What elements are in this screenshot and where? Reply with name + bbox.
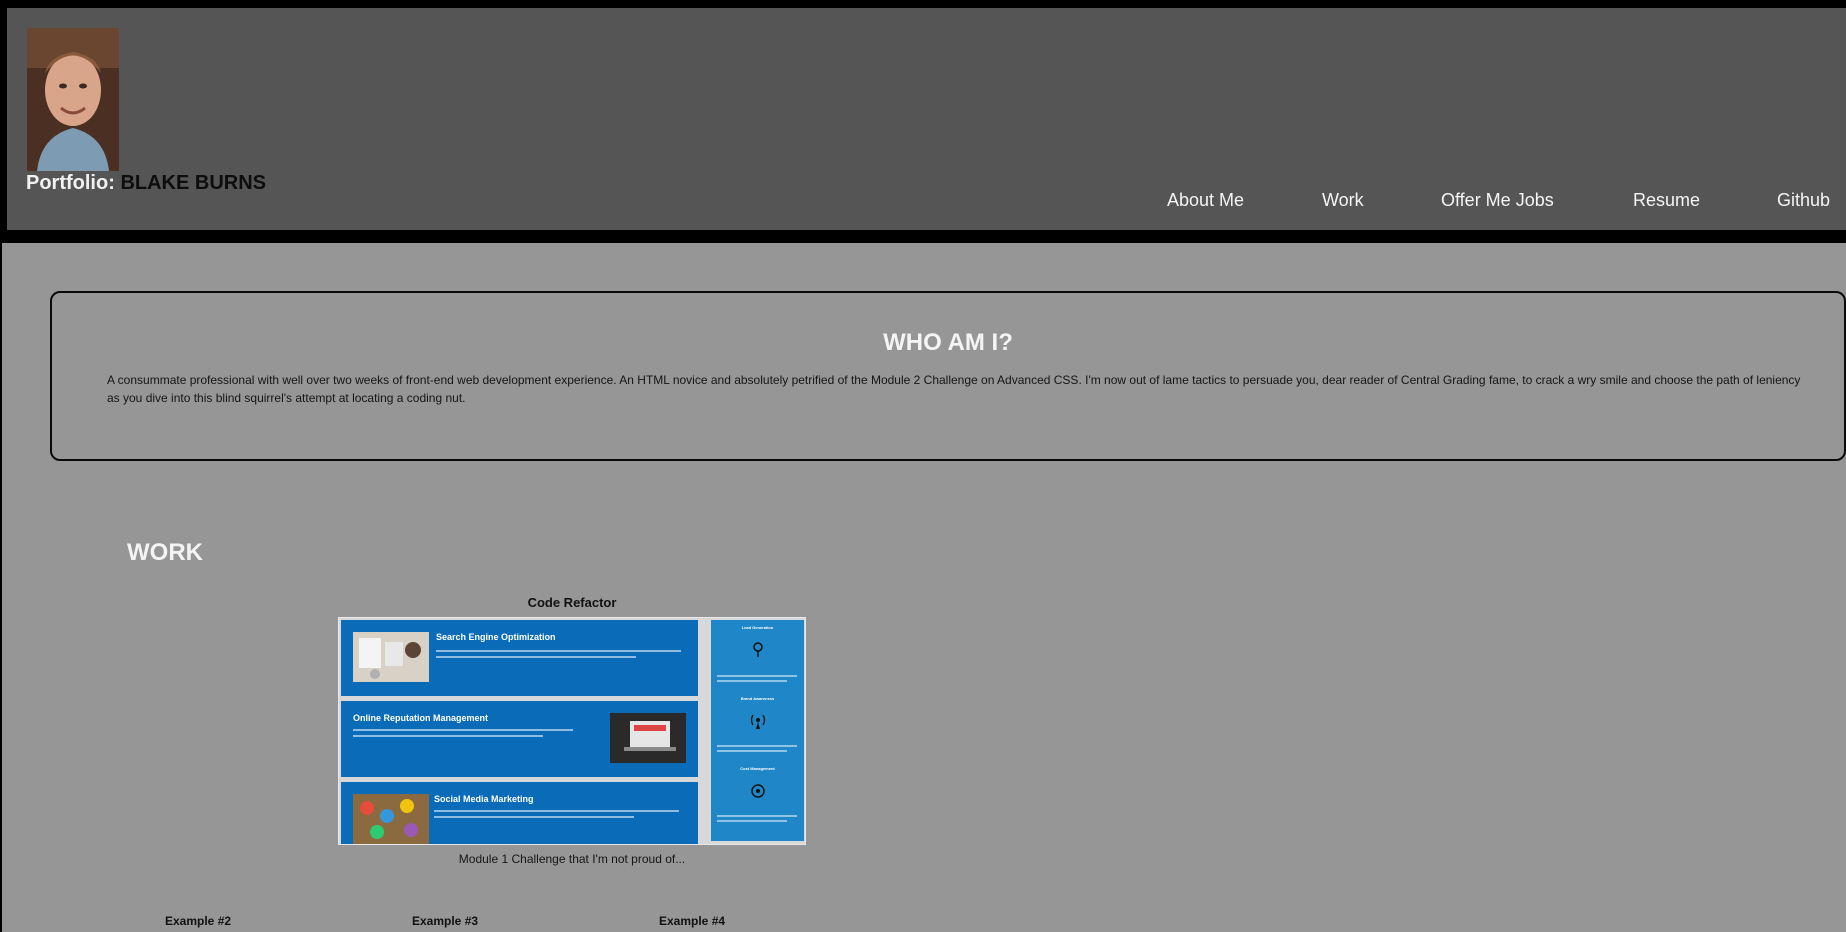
side-label-lead: Lead Generation — [741, 625, 774, 630]
featured-work-title: Code Refactor — [527, 595, 617, 610]
featured-work-screenshot[interactable]: Search Engine Optimization Online Reputa… — [338, 617, 806, 845]
text-line — [434, 816, 634, 818]
social-thumbnail-icon — [353, 794, 429, 844]
main-content: WHO AM I? A consummate professional with… — [2, 243, 1846, 932]
broadcast-icon — [750, 714, 766, 729]
about-heading: WHO AM I? — [883, 329, 1013, 356]
site-header: Portfolio: BLAKE BURNS About Me Work Off… — [7, 8, 1846, 230]
text-line — [353, 729, 573, 731]
lead-generation-icon — [753, 642, 763, 657]
text-line — [717, 750, 787, 752]
work-heading: WORK — [127, 539, 203, 566]
nav-resume[interactable]: Resume — [1633, 190, 1700, 211]
example-title: Example #3 — [412, 914, 479, 928]
avatar — [27, 28, 119, 171]
side-label-brand: Brand Awareness — [740, 696, 775, 701]
example-card-2[interactable]: Example #2 — [165, 914, 319, 932]
featured-work[interactable]: Code Refactor Search Engine Optimization… — [338, 595, 806, 866]
example-title: Example #4 — [659, 914, 726, 928]
nav-about-me[interactable]: About Me — [1167, 190, 1244, 211]
nav-github[interactable]: Github — [1777, 190, 1830, 211]
example-card-3[interactable]: Example #3 — [412, 914, 566, 932]
text-line — [436, 650, 681, 652]
text-line — [436, 656, 636, 658]
example-title: Example #2 — [165, 914, 232, 928]
text-line — [353, 735, 543, 737]
main-nav: About Me Work Offer Me Jobs Resume Githu… — [7, 190, 1846, 220]
side-label-cost: Cost Management — [740, 766, 775, 771]
text-line — [717, 675, 797, 677]
service-title: Social Media Marketing — [434, 794, 534, 804]
featured-work-caption: Module 1 Challenge that I'm not proud of… — [458, 852, 686, 866]
nav-work[interactable]: Work — [1322, 190, 1364, 211]
feature-side-panel: Lead Generation Brand Awareness Cost Man… — [711, 620, 804, 841]
example-card-4[interactable]: Example #4 — [659, 914, 813, 932]
text-line — [717, 680, 787, 682]
about-text: A consummate professional with well over… — [107, 373, 1801, 405]
service-block-orm: Online Reputation Management — [341, 701, 698, 777]
service-title: Search Engine Optimization — [436, 632, 556, 642]
text-line — [717, 815, 797, 817]
text-line — [717, 820, 787, 822]
service-block-smm: Social Media Marketing — [341, 782, 698, 844]
text-line — [717, 745, 797, 747]
laptop-thumbnail-icon — [610, 713, 686, 763]
nav-offer-me-jobs[interactable]: Offer Me Jobs — [1441, 190, 1554, 211]
about-section: WHO AM I? A consummate professional with… — [50, 291, 1846, 461]
text-line — [434, 810, 679, 812]
cost-management-icon — [751, 784, 765, 798]
service-block-seo: Search Engine Optimization — [341, 620, 698, 696]
service-title: Online Reputation Management — [353, 713, 489, 723]
seo-thumbnail-icon — [353, 632, 429, 682]
